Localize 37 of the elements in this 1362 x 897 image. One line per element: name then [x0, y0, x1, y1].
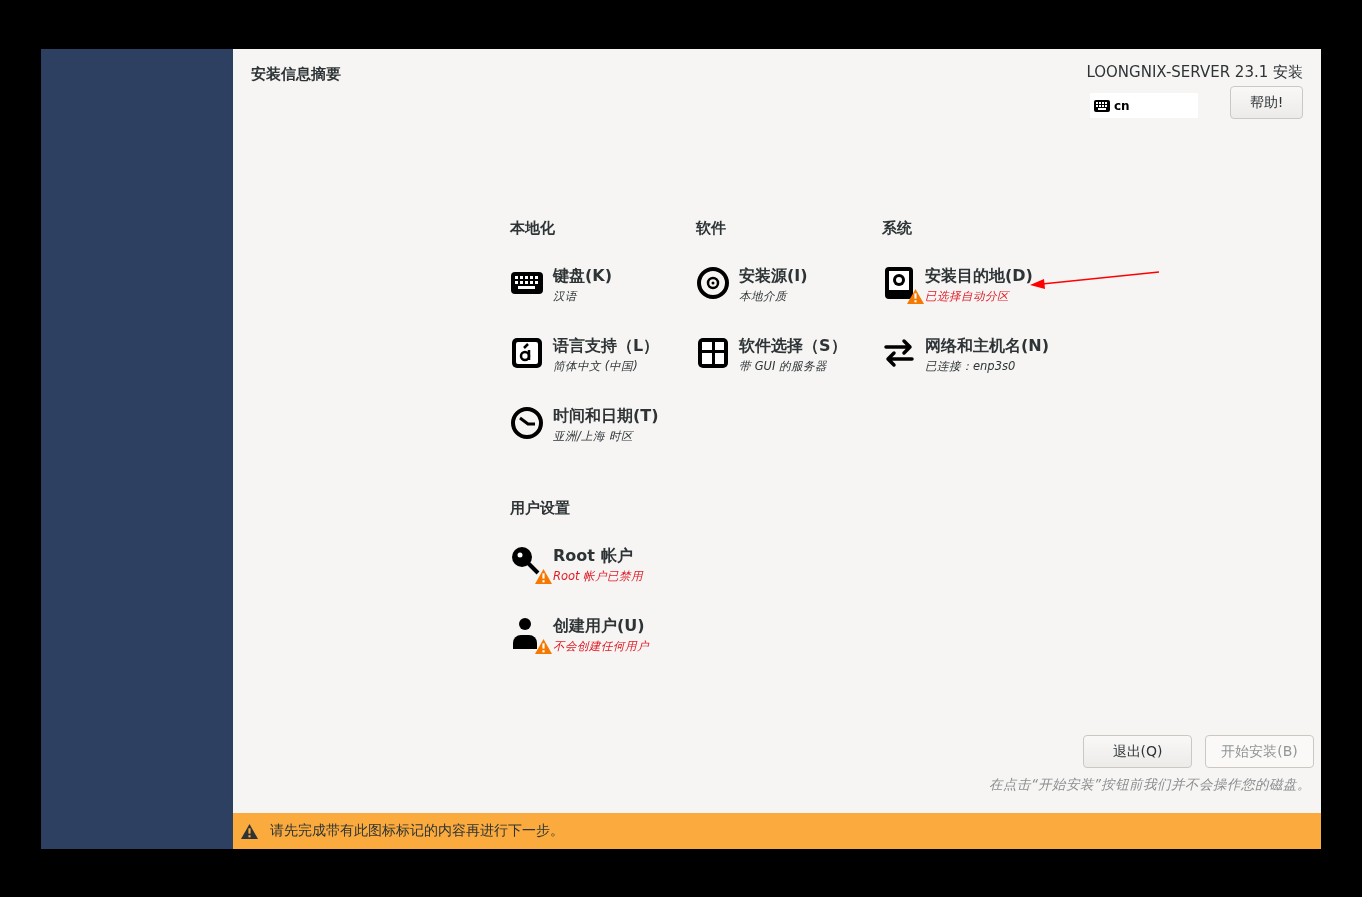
clock-icon	[510, 406, 544, 440]
product-title: LOONGNIX-SERVER 23.1 安装	[1086, 63, 1303, 82]
spoke-status: 汉语	[553, 288, 579, 304]
spoke-title[interactable]: 网络和主机名(N)	[925, 336, 1049, 356]
warning-message: 请先完成带有此图标标记的内容再进行下一步。	[270, 822, 564, 840]
spoke-status: 带 GUI 的服务器	[739, 358, 829, 374]
spoke-status: 不会创建任何用户	[553, 638, 649, 654]
spoke-status: 亚洲/上海 时区	[553, 428, 635, 444]
spoke-status: Root 帐户已禁用	[553, 568, 644, 584]
spoke-title[interactable]: 安装目的地(D)	[925, 266, 1033, 286]
spoke-title[interactable]: 时间和日期(T)	[553, 406, 659, 426]
page-title: 安装信息摘要	[251, 65, 341, 85]
spoke-title[interactable]: 安装源(I)	[739, 266, 808, 286]
section-title: 用户设置	[510, 499, 571, 519]
spoke-title[interactable]: Root 帐户	[553, 546, 644, 566]
spoke-title[interactable]: 创建用户(U)	[553, 616, 649, 636]
section-title: 软件	[696, 219, 727, 239]
spoke-status: 已选择自动分区	[925, 288, 1011, 304]
arrows-icon	[882, 336, 916, 370]
language-icon	[510, 336, 544, 370]
keyboard-icon	[1094, 99, 1110, 112]
hard-drive-icon	[882, 266, 916, 300]
help-button[interactable]: 帮助!	[1230, 86, 1303, 119]
disk-notice: 在点击“开始安装”按钮前我们并不会操作您的磁盘。	[989, 776, 1312, 794]
keyboard-layout-indicator[interactable]: cn	[1090, 93, 1198, 118]
spoke-title[interactable]: 语言支持（L）	[553, 336, 660, 356]
spoke-status: 本地介质	[739, 288, 789, 304]
disc-icon	[696, 266, 730, 300]
quit-button[interactable]: 退出(Q)	[1083, 735, 1192, 768]
spoke-title[interactable]: 键盘(K)	[553, 266, 613, 286]
package-icon	[696, 336, 730, 370]
spoke-status: 已连接：enp3s0	[925, 358, 1017, 374]
warning-icon	[241, 823, 258, 839]
spoke-status: 简体中文 (中国)	[553, 358, 639, 374]
section-title: 本地化	[510, 219, 556, 239]
spoke-title[interactable]: 软件选择（S）	[739, 336, 847, 356]
section-title: 系统	[882, 219, 913, 239]
